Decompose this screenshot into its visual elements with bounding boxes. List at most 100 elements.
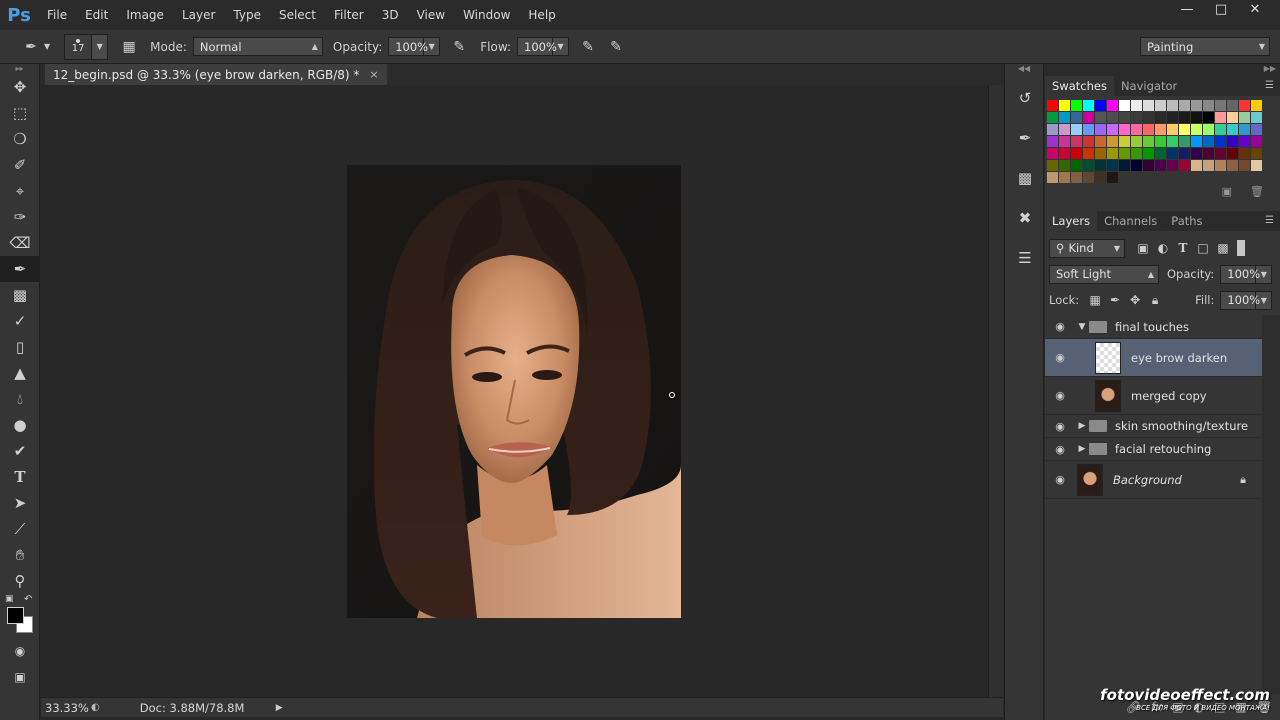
swatch[interactable] bbox=[1143, 100, 1154, 111]
swatch[interactable] bbox=[1227, 124, 1238, 135]
swatch[interactable] bbox=[1071, 160, 1082, 171]
swatch[interactable] bbox=[1227, 112, 1238, 123]
swatch[interactable] bbox=[1095, 148, 1106, 159]
line-tool-icon[interactable]: ⟋ bbox=[0, 516, 40, 542]
status-menu-arrow-icon[interactable]: ▶ bbox=[276, 703, 283, 713]
swatch[interactable] bbox=[1083, 160, 1094, 171]
swatch[interactable] bbox=[1203, 160, 1214, 171]
swatch[interactable] bbox=[1179, 112, 1190, 123]
swatch[interactable] bbox=[1131, 136, 1142, 147]
close-document-icon[interactable]: × bbox=[369, 68, 378, 81]
swatch[interactable] bbox=[1083, 112, 1094, 123]
zoom-level[interactable]: 33.33% bbox=[41, 701, 91, 715]
dodge-tool-icon[interactable]: ● bbox=[0, 412, 40, 438]
hand-tool-icon[interactable]: ✋︎ bbox=[0, 542, 40, 568]
swatch[interactable] bbox=[1071, 148, 1082, 159]
fill-input[interactable]: 100% bbox=[1220, 290, 1260, 310]
tab-navigator[interactable]: Navigator bbox=[1114, 76, 1184, 96]
swatch[interactable] bbox=[1239, 148, 1250, 159]
swatch[interactable] bbox=[1119, 136, 1130, 147]
swatch[interactable] bbox=[1203, 148, 1214, 159]
swatch[interactable] bbox=[1143, 136, 1154, 147]
pressure-size-icon[interactable]: ✎ bbox=[605, 36, 627, 58]
zoom-tool-icon[interactable]: ⚲ bbox=[0, 568, 40, 594]
menu-image[interactable]: Image bbox=[117, 0, 173, 30]
layers-panel-menu-icon[interactable]: ☰ bbox=[1265, 215, 1274, 226]
layer-group-skin-smoothing[interactable]: ◉ ▶ skin smoothing/texture bbox=[1045, 415, 1262, 438]
swatch[interactable] bbox=[1239, 136, 1250, 147]
brush-presets-panel-icon[interactable]: ✒ bbox=[1005, 118, 1045, 158]
airbrush-icon[interactable]: ✎ bbox=[577, 36, 599, 58]
foreground-color[interactable] bbox=[7, 607, 24, 624]
swatch[interactable] bbox=[1167, 148, 1178, 159]
type-tool-icon[interactable]: T bbox=[0, 464, 40, 490]
workspace-dropdown[interactable]: Painting ▼ bbox=[1140, 37, 1270, 56]
maximize-icon[interactable]: □ bbox=[1204, 0, 1238, 18]
swatch[interactable] bbox=[1251, 148, 1262, 159]
paint-bucket-tool-icon[interactable]: ▲ bbox=[0, 360, 40, 386]
swatch[interactable] bbox=[1203, 124, 1214, 135]
menu-select[interactable]: Select bbox=[270, 0, 325, 30]
quick-mask-icon[interactable]: ◉ bbox=[0, 638, 40, 664]
menu-view[interactable]: View bbox=[408, 0, 454, 30]
swatch[interactable] bbox=[1119, 124, 1130, 135]
group-collapsed-chevron-icon[interactable]: ▶ bbox=[1075, 421, 1089, 431]
layer-opacity-input[interactable]: 100% bbox=[1220, 264, 1260, 284]
lock-transparent-icon[interactable]: ▦ bbox=[1085, 293, 1105, 307]
swatch[interactable] bbox=[1119, 148, 1130, 159]
swatch[interactable] bbox=[1227, 100, 1238, 111]
swatch[interactable] bbox=[1107, 112, 1118, 123]
adjustments-panel-icon[interactable]: ☰ bbox=[1005, 238, 1045, 278]
swatch[interactable] bbox=[1227, 160, 1238, 171]
menu-3d[interactable]: 3D bbox=[373, 0, 408, 30]
canvas-area[interactable] bbox=[41, 85, 988, 697]
pen-tool-icon[interactable]: ✔ bbox=[0, 438, 40, 464]
swatch[interactable] bbox=[1239, 160, 1250, 171]
swatches-panel-menu-icon[interactable]: ☰ bbox=[1265, 80, 1274, 91]
swatch[interactable] bbox=[1047, 112, 1058, 123]
swatch[interactable] bbox=[1203, 100, 1214, 111]
group-collapsed-chevron-icon[interactable]: ▶ bbox=[1075, 444, 1089, 454]
tool-preset-chevron-down-icon[interactable]: ▼ bbox=[44, 42, 50, 51]
menu-window[interactable]: Window bbox=[454, 0, 519, 30]
swatch[interactable] bbox=[1215, 148, 1226, 159]
tab-layers[interactable]: Layers bbox=[1045, 211, 1098, 231]
swatch[interactable] bbox=[1155, 136, 1166, 147]
swatch[interactable] bbox=[1095, 160, 1106, 171]
filter-type-icon[interactable]: T bbox=[1173, 241, 1193, 255]
swatch[interactable] bbox=[1059, 160, 1070, 171]
document-image[interactable] bbox=[347, 165, 681, 618]
swatch[interactable] bbox=[1179, 136, 1190, 147]
menu-layer[interactable]: Layer bbox=[173, 0, 224, 30]
close-icon[interactable]: ✕ bbox=[1238, 0, 1272, 18]
swatch[interactable] bbox=[1083, 136, 1094, 147]
status-icon[interactable]: ◐ bbox=[91, 702, 100, 713]
swatch[interactable] bbox=[1059, 124, 1070, 135]
swatch[interactable] bbox=[1167, 160, 1178, 171]
swatch[interactable] bbox=[1119, 100, 1130, 111]
brush-preset-picker[interactable]: 17 bbox=[64, 33, 93, 60]
swatch[interactable] bbox=[1047, 136, 1058, 147]
swatch[interactable] bbox=[1119, 112, 1130, 123]
layer-merged-copy[interactable]: ◉ merged copy bbox=[1045, 377, 1262, 415]
brush-panel-toggle-icon[interactable]: ▦ bbox=[118, 36, 140, 58]
swatch[interactable] bbox=[1059, 148, 1070, 159]
swatch[interactable] bbox=[1131, 112, 1142, 123]
eyedropper-tool-icon[interactable]: ✑ bbox=[0, 204, 40, 230]
move-tool-icon[interactable]: ✥ bbox=[0, 74, 40, 100]
swatch[interactable] bbox=[1203, 112, 1214, 123]
swatch[interactable] bbox=[1191, 148, 1202, 159]
layer-filter-dropdown[interactable]: ⚲ Kind ▼ bbox=[1049, 238, 1125, 258]
filter-smart-object-icon[interactable]: ▩ bbox=[1213, 241, 1233, 255]
minimize-icon[interactable]: — bbox=[1170, 0, 1204, 18]
swatch[interactable] bbox=[1071, 112, 1082, 123]
group-expanded-chevron-icon[interactable]: ▼ bbox=[1075, 322, 1089, 332]
swatch[interactable] bbox=[1191, 124, 1202, 135]
blur-tool-icon[interactable]: 💧︎ bbox=[0, 386, 40, 412]
swatch[interactable] bbox=[1095, 136, 1106, 147]
swatch[interactable] bbox=[1107, 172, 1118, 183]
swatch[interactable] bbox=[1155, 148, 1166, 159]
path-selection-tool-icon[interactable]: ➤ bbox=[0, 490, 40, 516]
visibility-eye-icon[interactable]: ◉ bbox=[1045, 320, 1075, 333]
swatch[interactable] bbox=[1083, 124, 1094, 135]
